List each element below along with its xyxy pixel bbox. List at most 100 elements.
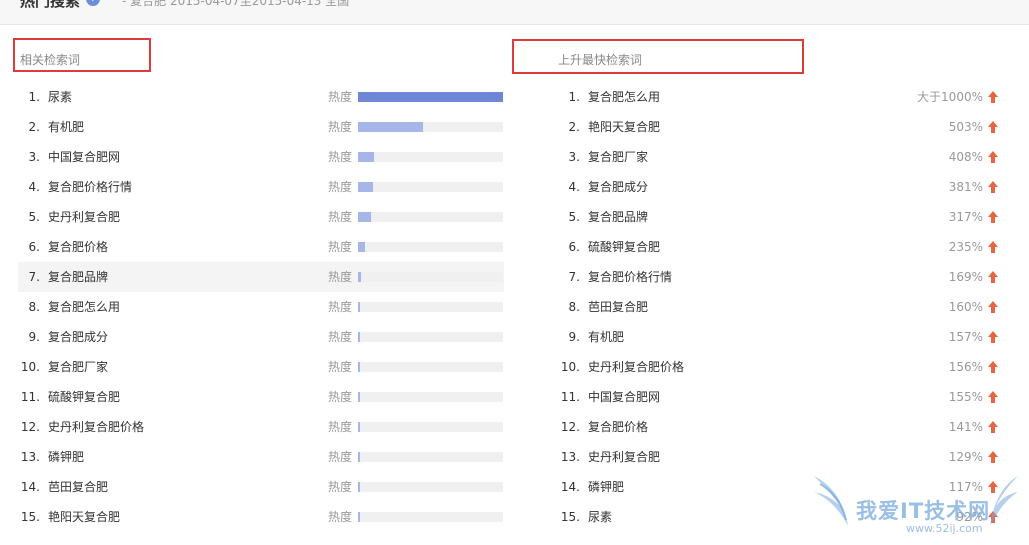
heat-bar-fill bbox=[358, 242, 365, 252]
related-keyword-row[interactable]: 15. 艳阳天复合肥 热度 bbox=[18, 502, 504, 532]
rising-keyword-row[interactable]: 6. 硫酸钾复合肥 235% bbox=[558, 232, 1003, 262]
rise-percent: 235% bbox=[948, 240, 983, 254]
rising-keyword-row[interactable]: 2. 艳阳天复合肥 503% bbox=[558, 112, 1003, 142]
related-keyword-row[interactable]: 5. 史丹利复合肥 热度 bbox=[18, 202, 504, 232]
heat-bar-track bbox=[358, 272, 503, 282]
keyword-link[interactable]: 复合肥怎么用 bbox=[48, 292, 120, 322]
rise-percent: 117% bbox=[948, 480, 983, 494]
up-arrow-icon bbox=[988, 91, 998, 103]
keyword-link[interactable]: 复合肥怎么用 bbox=[588, 82, 660, 112]
keyword-link[interactable]: 芭田复合肥 bbox=[588, 292, 648, 322]
heat-label: 热度 bbox=[328, 240, 353, 254]
heat-bar-fill bbox=[358, 422, 360, 432]
rank-number: 15. bbox=[20, 510, 40, 524]
keyword-link[interactable]: 芭田复合肥 bbox=[48, 472, 108, 502]
keyword-link[interactable]: 史丹利复合肥价格 bbox=[588, 352, 684, 382]
keyword-link[interactable]: 有机肥 bbox=[48, 112, 84, 142]
rising-keyword-row[interactable]: 3. 复合肥厂家 408% bbox=[558, 142, 1003, 172]
keyword-link[interactable]: 磷钾肥 bbox=[588, 472, 624, 502]
heat-label: 热度 bbox=[328, 480, 353, 494]
related-keyword-row[interactable]: 2. 有机肥 热度 bbox=[18, 112, 504, 142]
rise-percent: 155% bbox=[948, 390, 983, 404]
help-icon[interactable]: ? bbox=[86, 0, 100, 6]
rank-number: 10. bbox=[560, 360, 580, 374]
heat-bar-track bbox=[358, 422, 503, 432]
rise-percent: 169% bbox=[948, 270, 983, 284]
heat-bar-track bbox=[358, 512, 503, 522]
rising-keyword-row[interactable]: 13. 史丹利复合肥 129% bbox=[558, 442, 1003, 472]
heat-label: 热度 bbox=[328, 270, 353, 284]
rank-number: 9. bbox=[568, 330, 580, 344]
heat-bar-track bbox=[358, 122, 503, 132]
related-keyword-row[interactable]: 8. 复合肥怎么用 热度 bbox=[18, 292, 504, 322]
rank-number: 3. bbox=[568, 150, 580, 164]
keyword-link[interactable]: 磷钾肥 bbox=[48, 442, 84, 472]
rising-keyword-row[interactable]: 12. 复合肥价格 141% bbox=[558, 412, 1003, 442]
keyword-link[interactable]: 尿素 bbox=[48, 82, 72, 112]
rise-percent: 156% bbox=[948, 360, 983, 374]
related-keyword-row[interactable]: 11. 硫酸钾复合肥 热度 bbox=[18, 382, 504, 412]
rising-keyword-row[interactable]: 4. 复合肥成分 381% bbox=[558, 172, 1003, 202]
keyword-link[interactable]: 尿素 bbox=[588, 502, 612, 532]
keyword-link[interactable]: 复合肥价格 bbox=[588, 412, 648, 442]
keyword-link[interactable]: 复合肥成分 bbox=[588, 172, 648, 202]
up-arrow-icon bbox=[988, 421, 998, 433]
keyword-link[interactable]: 史丹利复合肥价格 bbox=[48, 412, 144, 442]
keyword-link[interactable]: 复合肥价格行情 bbox=[48, 172, 132, 202]
keyword-link[interactable]: 复合肥厂家 bbox=[48, 352, 108, 382]
up-arrow-icon bbox=[988, 451, 998, 463]
rise-percent: 160% bbox=[948, 300, 983, 314]
page-title: 热门搜索 bbox=[20, 0, 81, 10]
keyword-link[interactable]: 艳阳天复合肥 bbox=[48, 502, 120, 532]
related-keyword-row[interactable]: 4. 复合肥价格行情 热度 bbox=[18, 172, 504, 202]
keyword-link[interactable]: 硫酸钾复合肥 bbox=[48, 382, 120, 412]
heat-bar-track bbox=[358, 302, 503, 312]
related-keyword-row[interactable]: 9. 复合肥成分 热度 bbox=[18, 322, 504, 352]
up-arrow-icon bbox=[988, 271, 998, 283]
related-keyword-row[interactable]: 6. 复合肥价格 热度 bbox=[18, 232, 504, 262]
rising-keyword-row[interactable]: 8. 芭田复合肥 160% bbox=[558, 292, 1003, 322]
keyword-link[interactable]: 复合肥成分 bbox=[48, 322, 108, 352]
rise-percent: 大于1000% bbox=[917, 90, 983, 104]
rank-number: 1. bbox=[568, 90, 580, 104]
keyword-link[interactable]: 艳阳天复合肥 bbox=[588, 112, 660, 142]
related-keyword-row[interactable]: 10. 复合肥厂家 热度 bbox=[18, 352, 504, 382]
keyword-link[interactable]: 中国复合肥网 bbox=[48, 142, 120, 172]
rank-number: 9. bbox=[28, 330, 40, 344]
keyword-link[interactable]: 史丹利复合肥 bbox=[48, 202, 120, 232]
related-keyword-row[interactable]: 12. 史丹利复合肥价格 热度 bbox=[18, 412, 504, 442]
keyword-link[interactable]: 史丹利复合肥 bbox=[588, 442, 660, 472]
keyword-link[interactable]: 复合肥价格 bbox=[48, 232, 108, 262]
heat-bar-fill bbox=[358, 122, 423, 132]
heat-bar-fill bbox=[358, 152, 374, 162]
related-keyword-row[interactable]: 14. 芭田复合肥 热度 bbox=[18, 472, 504, 502]
rank-number: 1. bbox=[28, 90, 40, 104]
rise-percent: 129% bbox=[948, 450, 983, 464]
related-keyword-row[interactable]: 7. 复合肥品牌 热度 bbox=[18, 262, 504, 292]
keyword-link[interactable]: 复合肥品牌 bbox=[48, 262, 108, 292]
related-keyword-row[interactable]: 1. 尿素 热度 bbox=[18, 82, 504, 112]
rising-keyword-row[interactable]: 11. 中国复合肥网 155% bbox=[558, 382, 1003, 412]
rise-percent: 503% bbox=[948, 120, 983, 134]
rank-number: 2. bbox=[28, 120, 40, 134]
keyword-link[interactable]: 中国复合肥网 bbox=[588, 382, 660, 412]
rising-keyword-row[interactable]: 10. 史丹利复合肥价格 156% bbox=[558, 352, 1003, 382]
highlight-box-rising bbox=[512, 39, 804, 74]
rising-keyword-row[interactable]: 14. 磷钾肥 117% bbox=[558, 472, 1003, 502]
rising-keyword-row[interactable]: 1. 复合肥怎么用 大于1000% bbox=[558, 82, 1003, 112]
related-keyword-row[interactable]: 13. 磷钾肥 热度 bbox=[18, 442, 504, 472]
rising-keyword-row[interactable]: 15. 尿素 92% bbox=[558, 502, 1003, 532]
rising-keyword-row[interactable]: 7. 复合肥价格行情 169% bbox=[558, 262, 1003, 292]
keyword-link[interactable]: 有机肥 bbox=[588, 322, 624, 352]
up-arrow-icon bbox=[988, 301, 998, 313]
keyword-link[interactable]: 硫酸钾复合肥 bbox=[588, 232, 660, 262]
rising-keyword-row[interactable]: 5. 复合肥品牌 317% bbox=[558, 202, 1003, 232]
rising-keyword-row[interactable]: 9. 有机肥 157% bbox=[558, 322, 1003, 352]
up-arrow-icon bbox=[988, 121, 998, 133]
related-keyword-row[interactable]: 3. 中国复合肥网 热度 bbox=[18, 142, 504, 172]
keyword-link[interactable]: 复合肥品牌 bbox=[588, 202, 648, 232]
keyword-link[interactable]: 复合肥厂家 bbox=[588, 142, 648, 172]
keyword-link[interactable]: 复合肥价格行情 bbox=[588, 262, 672, 292]
rank-number: 13. bbox=[560, 450, 580, 464]
rank-number: 7. bbox=[568, 270, 580, 284]
